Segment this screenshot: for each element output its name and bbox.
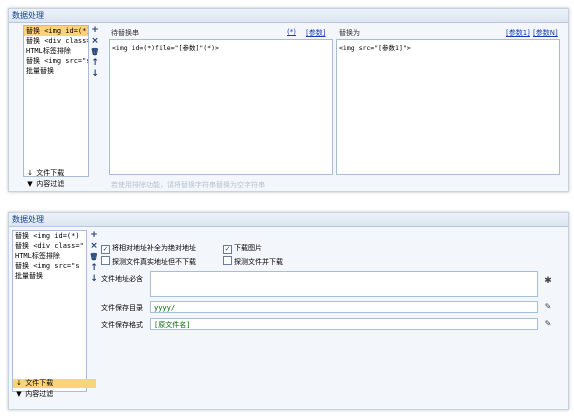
replace-textarea[interactable]: <img src="[参数1]"> (336, 39, 560, 175)
probe-no-download-checkbox[interactable]: 探测文件真实地址但不下载 (101, 256, 196, 266)
rule-toolbar: + × 🗑 ↑ ↓ (88, 230, 102, 285)
probe-and-download-checkbox[interactable]: 探测文件并下载 (223, 256, 283, 266)
move-down-icon[interactable]: ↓ (89, 69, 101, 80)
move-up-icon[interactable]: ↑ (88, 263, 100, 274)
content-filter-button[interactable]: ▼ 内容过滤 (24, 180, 88, 189)
list-item[interactable]: 替换 <div class=" (24, 36, 88, 46)
trash-icon[interactable]: 🗑 (88, 252, 100, 263)
list-item[interactable]: 批量替换 (13, 271, 86, 281)
insert-param-link[interactable]: [参数] (306, 28, 325, 38)
rule-toolbar: + × 🗑 ↑ ↓ (89, 25, 103, 80)
absolute-url-checkbox[interactable]: ✓ 将相对地址补全为绝对地址 (101, 243, 196, 254)
delete-icon[interactable]: × (89, 36, 101, 47)
edit-icon[interactable]: ✎ (543, 302, 553, 312)
panel-title: 数据处理 (9, 213, 568, 227)
replace-panel: 数据处理 替换 <img id=(*) 替换 <div class=" HTML… (8, 8, 569, 192)
save-format-label: 文件保存格式 (101, 321, 143, 329)
list-item[interactable]: 批量替换 (24, 66, 88, 76)
edit-icon[interactable]: ✎ (543, 319, 553, 329)
checkbox-label: 探测文件真实地址但不下载 (112, 258, 196, 266)
panel-title: 数据处理 (9, 9, 568, 23)
rule-list: 替换 <img id=(*) 替换 <div class=" HTML标签排除 … (23, 25, 89, 177)
gear-icon[interactable]: ✱ (543, 276, 553, 286)
move-down-icon[interactable]: ↓ (88, 274, 100, 285)
checkbox-box[interactable] (101, 256, 110, 265)
insert-wildcard-link[interactable]: (*) (287, 28, 296, 36)
download-icon: ↓ (16, 379, 22, 387)
download-panel: 数据处理 替换 <img id=(*) 替换 <div class=" HTML… (8, 212, 569, 410)
insert-paramN-link[interactable]: [参数N] (533, 28, 558, 38)
filter-icon: ▼ (27, 180, 33, 188)
checkbox-label: 探测文件并下载 (234, 258, 283, 266)
insert-param1-link[interactable]: [参数1] (506, 28, 530, 38)
download-images-checkbox[interactable]: ✓ 下载图片 (223, 243, 262, 254)
list-item[interactable]: 替换 <img id=(*) (13, 231, 86, 241)
content-filter-label: 内容过滤 (25, 390, 54, 398)
delete-icon[interactable]: × (88, 241, 100, 252)
rule-list: 替换 <img id=(*) 替换 <div class=" HTML标签排除 … (12, 230, 87, 392)
save-format-input[interactable]: [原文件名] (150, 318, 538, 330)
checkbox-box[interactable]: ✓ (101, 245, 110, 254)
save-dir-label: 文件保存目录 (101, 304, 143, 312)
filter-icon: ▼ (16, 390, 22, 398)
save-dir-input[interactable]: yyyy/ (150, 301, 538, 313)
replace-header: 替换为 (339, 29, 360, 37)
checkbox-box[interactable] (223, 256, 232, 265)
find-header: 待替换串 (111, 29, 139, 37)
exclude-hint: 若使用排除功能，请将替换字符串替换为空字符串 (111, 181, 265, 189)
download-icon: ↓ (27, 169, 33, 177)
file-download-button[interactable]: ↓ 文件下载 (24, 169, 88, 178)
content-filter-label: 内容过滤 (36, 180, 65, 188)
list-item[interactable]: 替换 <img src="s (24, 56, 88, 66)
list-item[interactable]: 替换 <img src="s (13, 261, 86, 271)
checkbox-label: 将相对地址补全为绝对地址 (112, 244, 196, 252)
trash-icon[interactable]: 🗑 (89, 47, 101, 58)
list-item[interactable]: 替换 <img id=(*) (24, 26, 88, 36)
file-download-button[interactable]: ↓ 文件下载 (13, 379, 96, 388)
checkbox-label: 下载图片 (234, 244, 262, 252)
checkbox-box[interactable]: ✓ (223, 245, 232, 254)
list-item[interactable]: 替换 <div class=" (13, 241, 86, 251)
move-up-icon[interactable]: ↑ (89, 58, 101, 69)
add-icon[interactable]: + (88, 230, 100, 241)
file-download-label: 文件下载 (36, 169, 65, 177)
find-textarea[interactable]: <img id=(*)file="[参数]"(*)> (109, 39, 333, 175)
content-filter-button[interactable]: ▼ 内容过滤 (13, 390, 96, 399)
url-must-contain-label: 文件地址必含 (101, 275, 143, 283)
list-item[interactable]: HTML标签排除 (24, 46, 88, 56)
url-must-contain-input[interactable] (150, 271, 538, 297)
file-download-label: 文件下载 (25, 379, 54, 387)
add-icon[interactable]: + (89, 25, 101, 36)
list-item[interactable]: HTML标签排除 (13, 251, 86, 261)
